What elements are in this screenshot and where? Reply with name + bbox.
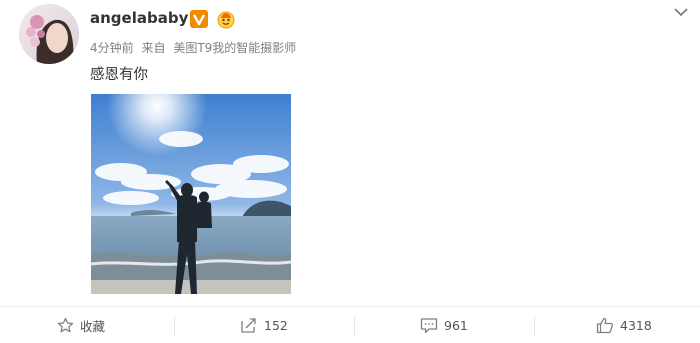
repost-button[interactable]: 152 xyxy=(240,307,288,343)
chevron-down-icon[interactable] xyxy=(674,2,688,17)
avatar[interactable] xyxy=(19,4,79,64)
favorite-button[interactable]: 收藏 xyxy=(57,307,105,343)
post-time[interactable]: 4分钟前 xyxy=(90,41,134,55)
action-bar: 收藏 152 961 4318 xyxy=(0,307,700,343)
like-button[interactable]: 4318 xyxy=(596,307,652,343)
comment-count: 961 xyxy=(444,317,468,333)
post-text: 感恩有你 xyxy=(90,67,148,83)
post-meta: 4分钟前 来自 美图T9我的智能摄影师 xyxy=(90,39,300,56)
repost-icon xyxy=(241,317,256,333)
separator xyxy=(534,316,535,336)
favorite-label: 收藏 xyxy=(80,318,106,334)
weibo-post: angelababy 4分钟前 来自 美图T9我的智能摄影师 感恩有你 收藏 1… xyxy=(0,0,700,343)
repost-count: 152 xyxy=(264,317,288,333)
source-prefix: 来自 xyxy=(141,41,166,55)
verified-badge-icon xyxy=(190,10,208,28)
thumbs-up-icon xyxy=(596,317,614,333)
source-link[interactable]: 美图T9我的智能摄影师 xyxy=(173,41,296,55)
post-photo[interactable] xyxy=(91,94,291,294)
comment-icon xyxy=(420,317,438,333)
like-count: 4318 xyxy=(620,317,652,333)
star-icon xyxy=(57,317,74,332)
comment-button[interactable]: 961 xyxy=(420,307,468,343)
separator xyxy=(174,316,175,336)
username[interactable]: angelababy xyxy=(90,9,188,27)
separator xyxy=(354,316,355,336)
fans-badge-icon[interactable] xyxy=(216,9,236,29)
